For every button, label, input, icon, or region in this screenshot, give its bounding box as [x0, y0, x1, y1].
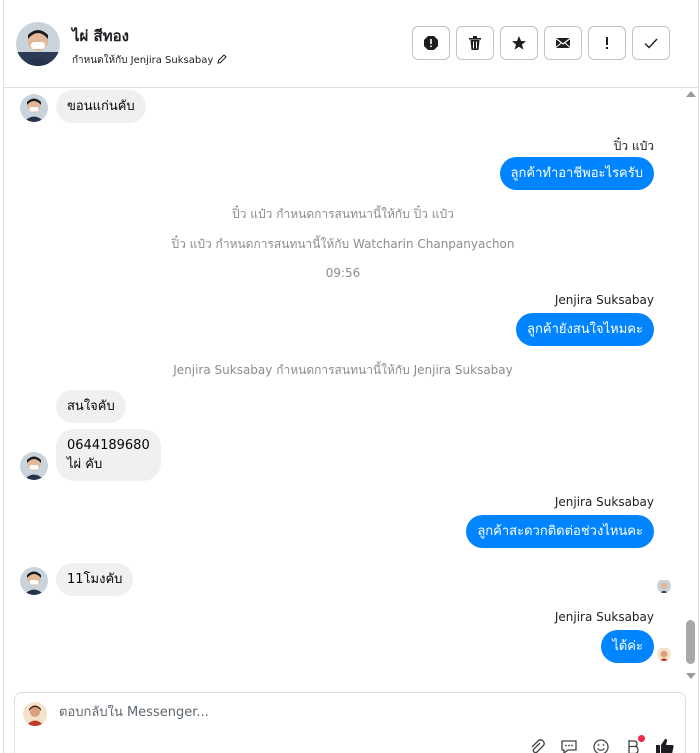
sender-name: ปิ๋ว แป๋ว — [613, 139, 654, 153]
mark-important-button[interactable] — [588, 26, 626, 60]
scroll-up-arrow-icon[interactable] — [686, 91, 696, 97]
like-button[interactable] — [655, 737, 675, 753]
mail-icon — [555, 38, 571, 48]
sticker-button[interactable] — [623, 735, 645, 753]
paperclip-icon — [531, 739, 545, 753]
system-message: ปิ๋ว แป๋ว กำหนดการสนทนานี้ให้กับ Watchar… — [171, 237, 515, 251]
message-incoming: 0644189680 ไผ่ คับ — [56, 429, 161, 481]
message-incoming: 11โมงคับ — [56, 563, 134, 596]
sender-name: Jenjira Suksabay — [554, 610, 654, 624]
contact-avatar-small[interactable] — [20, 452, 48, 480]
contact-name: ไผ่ สีทอง — [72, 27, 129, 45]
reply-input[interactable] — [59, 705, 619, 720]
sender-name: Jenjira Suksabay — [554, 495, 654, 509]
mark-done-button[interactable] — [632, 26, 670, 60]
star-icon — [512, 36, 526, 50]
report-button[interactable] — [412, 26, 450, 60]
message-outgoing: ได้ค่ะ — [601, 630, 654, 663]
message-list[interactable]: ขอนแก่นคับ ปิ๋ว แป๋ว ลูกค้าทำอาชีพอะไรคร… — [4, 89, 682, 685]
mail-button[interactable] — [544, 26, 582, 60]
composer-tools — [527, 735, 675, 753]
conversation-header: ไผ่ สีทอง กำหนดให้กับ Jenjira Suksabay — [4, 0, 698, 88]
assignment-info: กำหนดให้กับ Jenjira Suksabay — [72, 53, 227, 68]
message-scrollbar[interactable] — [682, 89, 700, 685]
emoji-button[interactable] — [591, 737, 611, 753]
report-icon — [424, 36, 438, 50]
scrollbar-thumb[interactable] — [686, 620, 695, 664]
system-message: Jenjira Suksabay กำหนดการสนทนานี้ให้กับ … — [173, 363, 513, 377]
contact-avatar-small[interactable] — [20, 567, 48, 595]
contact-avatar-small[interactable] — [20, 94, 48, 122]
delete-button[interactable] — [456, 26, 494, 60]
conversation-panel: ไผ่ สีทอง กำหนดให้กับ Jenjira Suksabay ข… — [3, 0, 699, 753]
gif-button[interactable] — [559, 737, 579, 753]
message-incoming: ขอนแก่นคับ — [56, 90, 146, 123]
message-outgoing: ลูกค้าทำอาชีพอะไรครับ — [499, 157, 654, 190]
reply-composer — [14, 692, 686, 753]
message-line: 0644189680 — [67, 438, 150, 453]
check-icon — [644, 38, 658, 49]
message-line: ไผ่ คับ — [67, 457, 103, 472]
assignment-text: กำหนดให้กับ Jenjira Suksabay — [72, 55, 214, 66]
timestamp: 09:56 — [325, 266, 361, 280]
message-incoming: สนใจคับ — [56, 390, 126, 423]
star-button[interactable] — [500, 26, 538, 60]
thumbs-up-icon — [656, 738, 674, 753]
exclamation-icon — [606, 37, 608, 49]
my-avatar — [23, 702, 47, 726]
scroll-down-arrow-icon[interactable] — [686, 673, 696, 679]
trash-icon — [469, 36, 481, 50]
seen-avatar — [657, 579, 671, 593]
header-actions — [412, 26, 670, 60]
seen-avatar — [657, 647, 671, 661]
gif-icon — [561, 740, 577, 753]
message-outgoing: ลูกค้าสะดวกติดต่อช่วงไหนคะ — [466, 515, 654, 548]
attach-button[interactable] — [527, 737, 547, 753]
message-outgoing: ลูกค้ายังสนใจไหมคะ — [516, 313, 654, 346]
notification-dot — [638, 735, 645, 742]
sender-name: Jenjira Suksabay — [554, 293, 654, 307]
contact-avatar[interactable] — [16, 22, 60, 66]
system-message: ปิ๋ว แป๋ว กำหนดการสนทนานี้ให้กับ ปิ๋ว แป… — [232, 207, 454, 221]
emoji-icon — [593, 739, 609, 753]
pencil-icon[interactable] — [217, 54, 227, 67]
